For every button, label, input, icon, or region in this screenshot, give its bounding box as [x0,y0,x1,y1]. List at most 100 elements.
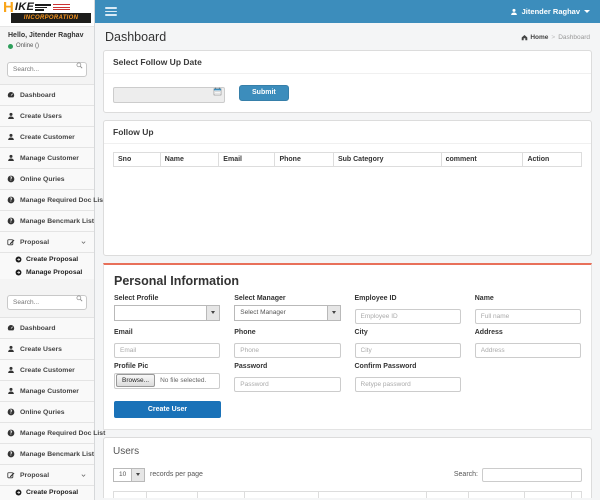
personal-info-title: Personal Information [114,273,240,288]
sidebar-subitem-label: Manage Proposal [26,269,83,276]
followup-table-header-row: Sno Name Email Phone Sub Category commen… [113,151,582,167]
sidebar-subitem-manage-proposal[interactable]: Manage Proposal [0,266,94,279]
sidebar-subitem-create-proposal[interactable]: Create Proposal [0,253,94,266]
sidebar-item-create-customer[interactable]: Create Customer [0,360,94,381]
city-field: City [354,329,461,358]
sidebar-search-input-2[interactable] [7,295,87,310]
home-icon [521,34,528,41]
sidebar-item-online-quries[interactable]: Online Quries [0,169,94,190]
arrow-circle-icon [15,489,22,496]
select-profile-label: Select Profile [114,294,159,302]
sidebar-menu: Dashboard Create Users Create Customer M… [0,84,105,279]
sidebar-item-label: Dashboard [20,91,56,99]
sidebar-item-label: Proposal [20,471,50,479]
dropdown-button[interactable] [206,305,220,320]
brand-logo[interactable]: H IKE INCORPORATION [0,0,94,27]
caret-down-icon [331,311,336,314]
followup-date-input[interactable] [113,86,225,103]
create-user-button[interactable]: Create User [114,400,221,418]
brand-tagline-decoration [53,4,71,12]
sidebar-item-label: Manage Customer [20,387,79,395]
sidebar-item-label: Online Quries [20,175,65,183]
search-icon [76,62,83,69]
breadcrumb-current: Dashboard [558,33,590,41]
sidebar-search-input[interactable] [7,62,87,77]
chevron-down-icon [80,472,87,479]
employee-id-label: Employee ID [354,294,397,302]
sidebar-item-create-customer[interactable]: Create Customer [0,127,94,148]
sidebar-item-dashboard[interactable]: Dashboard [0,318,94,339]
followup-panel-title: Follow Up [104,121,591,144]
select-manager-dropdown[interactable]: Select Manager [234,304,341,321]
sidebar-subitem-label: Create Proposal [26,489,79,496]
profile-pic-label: Profile Pic [114,362,149,370]
brand-banner: INCORPORATION [11,13,91,23]
sidebar-subitem-label: Create Proposal [26,256,79,263]
sidebar-search [7,58,87,77]
sidebar-item-dashboard[interactable]: Dashboard [0,85,94,106]
breadcrumb-separator: > [551,33,556,41]
sidebar-subitem-create-proposal[interactable]: Create Proposal [0,486,94,499]
dropdown-button[interactable] [326,305,340,320]
password-input[interactable] [234,376,341,392]
users-panel-title: Users [113,445,140,457]
brand-subtitle: INCORPORATION [23,15,79,21]
email-input[interactable] [114,342,221,358]
sidebar-item-proposal[interactable]: Proposal [0,232,94,253]
sidebar-item-manage-customer[interactable]: Manage Customer [0,381,94,402]
user-menu-name: Jitender Raghav [521,7,580,16]
followup-panel: Follow Up Sno Name Email Phone Sub Categ… [103,119,592,256]
sidebar-item-manage-customer[interactable]: Manage Customer [0,148,94,169]
dropdown-button[interactable] [131,468,144,481]
search-icon [76,295,83,302]
address-label: Address [474,328,503,336]
calendar-icon[interactable] [213,87,222,96]
question-icon [7,175,15,183]
sidebar-item-label: Create Users [20,345,62,353]
address-input[interactable] [474,342,581,358]
caret-down-icon [584,10,590,13]
sidebar-item-create-users[interactable]: Create Users [0,339,94,360]
sidebar-item-proposal[interactable]: Proposal [0,465,94,486]
sidebar-item-label: Manage Bencmark List [20,217,95,225]
password-label: Password [234,362,268,370]
sidebar-item-label: Manage Required Doc List [20,429,106,437]
user-icon [7,112,15,120]
profile-pic-field: Profile Pic Browse... No file selected. [114,362,221,392]
sidebar-item-manage-bencmark-list[interactable]: Manage Bencmark List [0,211,94,232]
users-search-label: Search: [453,471,478,478]
sidebar-item-label: Online Quries [20,408,65,416]
confirm-password-input[interactable] [354,376,461,392]
sidebar-item-create-users[interactable]: Create Users [0,106,94,127]
email-field: Email [114,329,221,358]
employee-id-input[interactable] [354,308,461,324]
page-size-dropdown[interactable]: 10 [113,467,145,482]
select-profile-dropdown[interactable] [114,304,221,321]
browse-button[interactable]: Browse... [116,374,156,387]
sidebar-item-manage-bencmark-list[interactable]: Manage Bencmark List [0,444,94,465]
file-status-text: No file selected. [160,377,207,384]
name-input[interactable] [474,308,581,324]
sidebar-item-label: Manage Customer [20,154,79,162]
phone-input[interactable] [234,342,341,358]
dashboard-icon [7,91,15,99]
hamburger-menu-icon[interactable] [105,5,117,18]
records-per-page-label: records per page [150,471,203,478]
user-menu[interactable]: Jitender Raghav [510,7,600,16]
users-search-input[interactable] [482,467,582,482]
submit-button[interactable]: Submit [239,84,289,101]
city-input[interactable] [354,342,461,358]
name-label: Name [474,294,494,302]
sidebar-item-manage-required-doc-list[interactable]: Manage Required Doc List [0,423,105,444]
breadcrumb-home-link[interactable]: Home [521,34,548,41]
user-icon [7,366,15,374]
question-icon [7,408,15,416]
sidebar: H IKE INCORPORATION Hello, Jitender Ragh… [0,0,105,500]
followup-date-field [113,83,225,103]
user-icon [7,133,15,141]
sidebar-item-manage-required-doc-list[interactable]: Manage Required Doc List [0,190,105,211]
dashboard-icon [7,324,15,332]
edit-icon [7,471,15,479]
sidebar-item-online-quries[interactable]: Online Quries [0,402,94,423]
user-avatar-icon [510,8,518,16]
